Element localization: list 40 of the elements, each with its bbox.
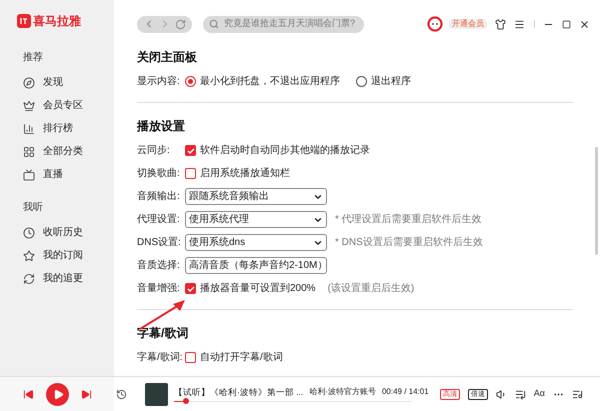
- font-button[interactable]: Aα: [534, 387, 545, 401]
- checkbox-label: 软件启动时自动同步其他端的播放记录: [200, 144, 370, 158]
- sidebar-item[interactable]: 会员专区: [17, 94, 114, 117]
- sidebar-item[interactable]: 发现: [17, 71, 114, 94]
- setting-label: 云同步:: [137, 144, 171, 158]
- sidebar-item[interactable]: 排行榜: [17, 117, 114, 140]
- author-name: 哈利·波特官方账号: [309, 386, 376, 398]
- logo-text: 喜马拉雅: [33, 13, 81, 30]
- checkbox-label: 播放器音量可设置到200%: [200, 282, 316, 296]
- note-text: * 代理设置后需要重启软件后生效: [335, 212, 482, 227]
- setting-label: 音频输出:: [137, 190, 181, 204]
- setting-label: 代理设置:: [137, 212, 181, 227]
- sidebar-item[interactable]: 我的订阅: [17, 244, 114, 267]
- sidebar-heading: 推荐: [23, 50, 44, 65]
- section-title: 关闭主面板: [137, 49, 198, 66]
- setting-label: 切换歌曲:: [137, 166, 181, 181]
- checkbox-label: 启用系统播放通知栏: [200, 166, 290, 181]
- note-text: * DNS设置后需要重启软件后生效: [335, 236, 483, 250]
- setting-label: 字幕/歌词:: [137, 350, 184, 365]
- setting-label: DNS设置:: [137, 236, 182, 250]
- sidebar-item[interactable]: 直播: [17, 163, 114, 186]
- search-field[interactable]: 究竟是谁抢走五月天演唱会门票?: [203, 16, 364, 32]
- sidebar-item[interactable]: 收听历史: [17, 221, 114, 244]
- dropdown-field[interactable]: 跟随系统音频输出: [185, 188, 327, 205]
- checkbox-label: 自动打开字幕/歌词: [200, 350, 283, 365]
- dropdown-field[interactable]: 使用系统dns: [185, 234, 327, 251]
- sidebar-item[interactable]: 我的追更: [17, 267, 114, 290]
- sidebar-item[interactable]: 全部分类: [17, 140, 114, 163]
- setting-label: 音量增强:: [137, 282, 181, 296]
- sidebar-heading: 我听: [23, 200, 44, 215]
- note-text: (该设置重启后生效): [328, 282, 414, 296]
- radio-label: 最小化到托盘，不退出应用程序: [200, 74, 340, 89]
- section-title: 播放设置: [137, 118, 186, 135]
- setting-label: 显示内容:: [137, 74, 181, 89]
- setting-label: 音质选择:: [137, 258, 181, 273]
- radio-label: 退出程序: [371, 74, 411, 89]
- dropdown-field[interactable]: 高清音质（每条声音约2-10M）: [185, 257, 327, 274]
- time-text: 00:49 / 14:01: [382, 386, 429, 398]
- track-title: 【试听】《哈利·波特》第一部 ...: [174, 386, 304, 399]
- dropdown-field[interactable]: 使用系统代理: [185, 211, 327, 228]
